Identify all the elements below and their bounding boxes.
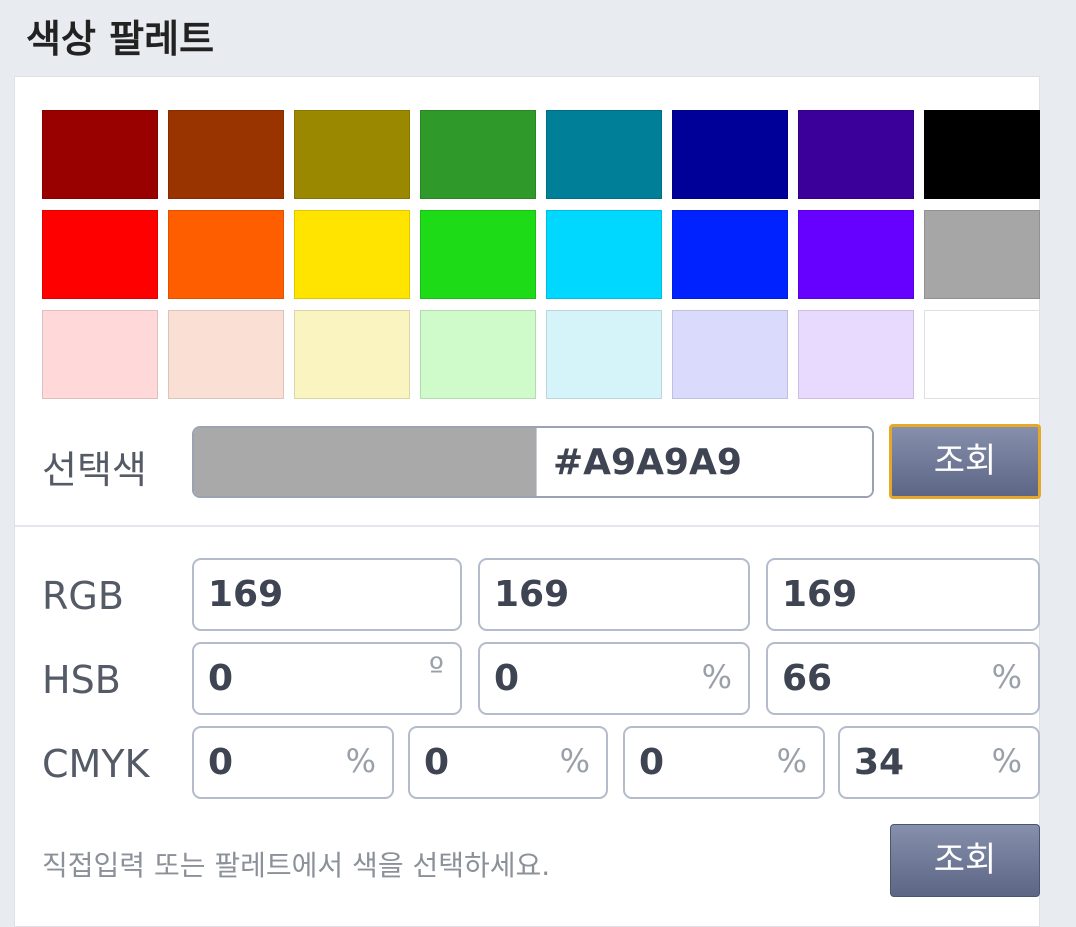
selected-color-label: 선택색 [42, 448, 147, 492]
rgb-g-field[interactable] [478, 558, 750, 631]
hex-input[interactable] [536, 428, 872, 496]
percent-unit: % [776, 742, 807, 780]
rgb-b-field[interactable] [766, 558, 1040, 631]
color-swatch[interactable] [924, 210, 1040, 299]
color-swatch[interactable] [672, 210, 788, 299]
rgb-r-field[interactable] [192, 558, 462, 631]
hsb-b-field[interactable]: % [766, 642, 1040, 715]
percent-unit: % [991, 658, 1022, 696]
rgb-b-input[interactable] [768, 560, 1038, 629]
color-palette-panel: 선택색 조회 RGB HSB º % % CMYK % % % [14, 76, 1041, 927]
color-swatch[interactable] [168, 110, 284, 199]
color-swatch[interactable] [672, 110, 788, 199]
color-swatch[interactable] [294, 110, 410, 199]
cmyk-label: CMYK [42, 742, 150, 786]
color-swatch[interactable] [798, 110, 914, 199]
section-divider [15, 525, 1039, 527]
percent-unit: % [701, 658, 732, 696]
color-swatch[interactable] [294, 310, 410, 399]
color-swatch[interactable] [420, 210, 536, 299]
hsb-h-input[interactable] [194, 644, 460, 713]
color-swatch[interactable] [546, 110, 662, 199]
color-swatch[interactable] [294, 210, 410, 299]
selected-color-box [192, 426, 874, 498]
lookup-values-button[interactable]: 조회 [890, 824, 1040, 897]
lookup-hex-button[interactable]: 조회 [889, 424, 1041, 499]
rgb-r-input[interactable] [194, 560, 460, 629]
color-swatch[interactable] [924, 110, 1040, 199]
selected-color-preview [194, 428, 536, 496]
color-swatch[interactable] [420, 110, 536, 199]
percent-unit: % [991, 742, 1022, 780]
input-hint: 직접입력 또는 팔레트에서 색을 선택하세요. [42, 849, 551, 882]
color-swatch[interactable] [168, 310, 284, 399]
rgb-label: RGB [42, 574, 124, 618]
color-swatch[interactable] [420, 310, 536, 399]
color-swatch[interactable] [798, 310, 914, 399]
color-swatch[interactable] [42, 310, 158, 399]
rgb-g-input[interactable] [480, 560, 748, 629]
hsb-h-field[interactable]: º [192, 642, 462, 715]
percent-unit: % [559, 742, 590, 780]
degree-unit: º [428, 650, 444, 688]
color-swatch[interactable] [924, 310, 1040, 399]
hsb-label: HSB [42, 658, 121, 702]
color-swatch[interactable] [168, 210, 284, 299]
percent-unit: % [345, 742, 376, 780]
cmyk-y-field[interactable]: % [623, 726, 825, 799]
cmyk-k-field[interactable]: % [838, 726, 1040, 799]
cmyk-c-field[interactable]: % [192, 726, 394, 799]
hsb-s-field[interactable]: % [478, 642, 750, 715]
color-swatch[interactable] [42, 210, 158, 299]
color-swatch[interactable] [546, 310, 662, 399]
color-swatch[interactable] [798, 210, 914, 299]
color-swatch[interactable] [546, 210, 662, 299]
color-swatch[interactable] [42, 110, 158, 199]
cmyk-m-field[interactable]: % [408, 726, 608, 799]
page-title: 색상 팔레트 [26, 17, 215, 61]
color-swatch[interactable] [672, 310, 788, 399]
